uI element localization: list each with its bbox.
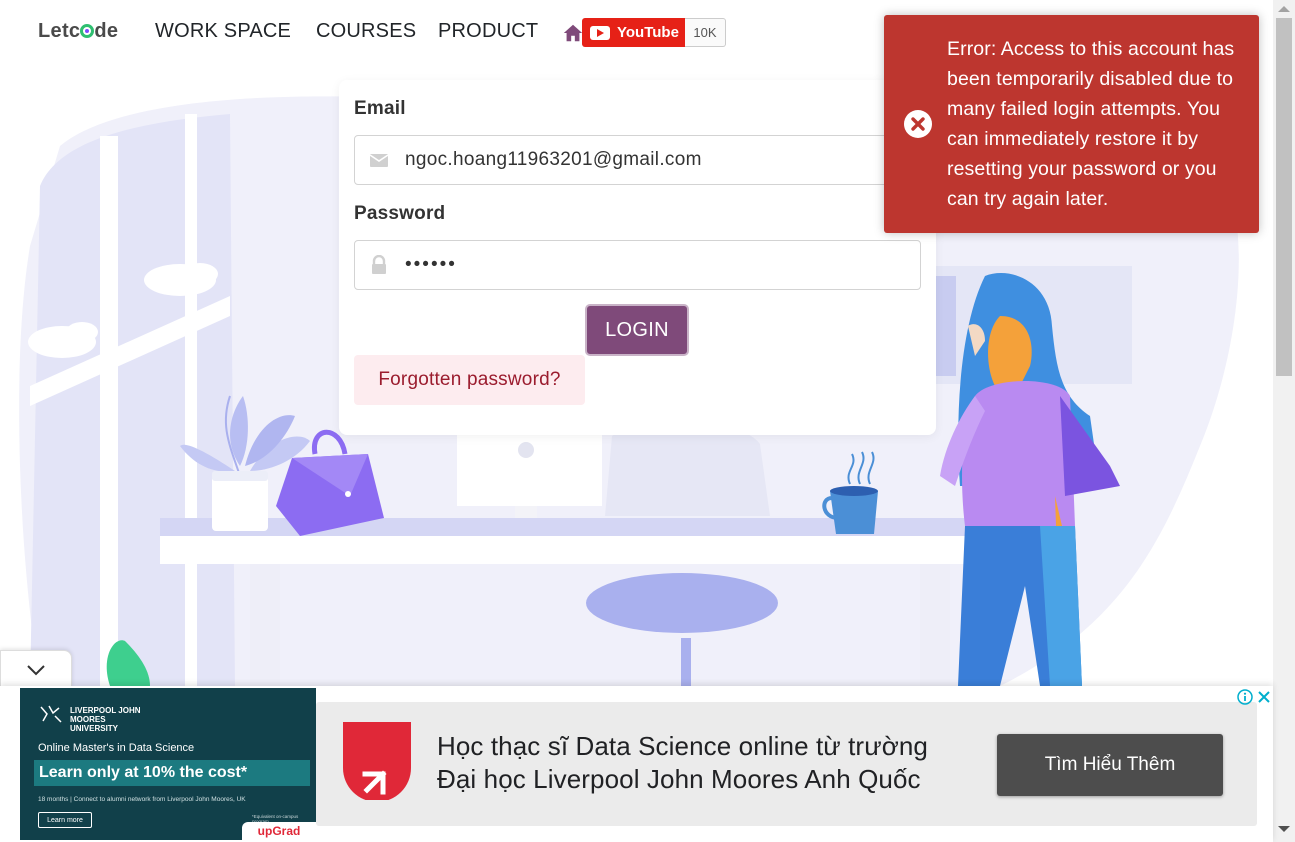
scroll-up-arrow-icon[interactable] (1278, 6, 1290, 12)
nav-courses[interactable]: COURSES (316, 20, 416, 43)
university-logo-icon (40, 705, 62, 723)
youtube-play-icon (590, 25, 610, 40)
university-name: LIVERPOOL JOHN MOORES UNIVERSITY (70, 706, 141, 733)
error-message: Error: Access to this account has been t… (947, 38, 1235, 210)
ad-headline-line-2: Đại học Liverpool John Moores Anh Quốc (437, 764, 921, 794)
scroll-down-arrow-icon[interactable] (1278, 826, 1290, 832)
program-name: Online Master's in Data Science (38, 742, 195, 754)
ad-content[interactable]: Học thạc sĩ Data Science online từ trườn… (316, 702, 1257, 826)
program-note: 18 months | Connect to alumni network fr… (38, 796, 246, 803)
email-label: Email (354, 98, 406, 119)
lock-icon (372, 255, 386, 274)
ad-headline: Học thạc sĩ Data Science online từ trườn… (437, 730, 928, 796)
ad-image[interactable]: LIVERPOOL JOHN MOORES UNIVERSITY Online … (20, 688, 316, 840)
password-label: Password (354, 203, 446, 224)
youtube-subscribe-button[interactable]: YouTube (582, 18, 685, 47)
email-input[interactable] (405, 144, 905, 176)
email-field[interactable] (354, 135, 921, 185)
ad-headline-line-1: Học thạc sĩ Data Science online từ trườn… (437, 731, 928, 761)
youtube-subscriber-count: 10K (685, 18, 726, 47)
brand-logo-icon (343, 722, 411, 800)
error-toast[interactable]: Error: Access to this account has been t… (884, 15, 1259, 233)
offer-text: Learn only at 10% the cost* (34, 760, 310, 786)
ad-close-icon[interactable] (1256, 689, 1272, 705)
youtube-label: YouTube (617, 24, 679, 41)
ad-collapse-button[interactable] (0, 650, 72, 688)
password-input[interactable] (405, 249, 905, 281)
ad-info-icon[interactable] (1237, 689, 1253, 705)
error-icon (904, 110, 932, 138)
ad-cta-button[interactable]: Tìm Hiểu Thêm (997, 734, 1223, 796)
learn-more-button[interactable]: Learn more (38, 812, 92, 828)
chevron-down-icon (27, 665, 45, 676)
scroll-thumb[interactable] (1276, 18, 1292, 376)
login-button[interactable]: LOGIN (585, 304, 689, 356)
password-field[interactable] (354, 240, 921, 290)
site-logo[interactable]: Letc de (38, 20, 118, 43)
page-scrollbar[interactable] (1273, 0, 1295, 842)
ad-banner[interactable]: LIVERPOOL JOHN MOORES UNIVERSITY Online … (0, 686, 1273, 842)
nav-work-space[interactable]: WORK SPACE (155, 20, 291, 43)
nav-product[interactable]: PRODUCT (438, 20, 538, 43)
partner-logo: upGrad (242, 822, 316, 840)
home-icon[interactable] (562, 22, 584, 44)
envelope-icon (369, 154, 389, 167)
forgot-password-link[interactable]: Forgotten password? (354, 355, 585, 405)
login-card: Email Password LOGIN Forgotten password? (339, 80, 936, 435)
